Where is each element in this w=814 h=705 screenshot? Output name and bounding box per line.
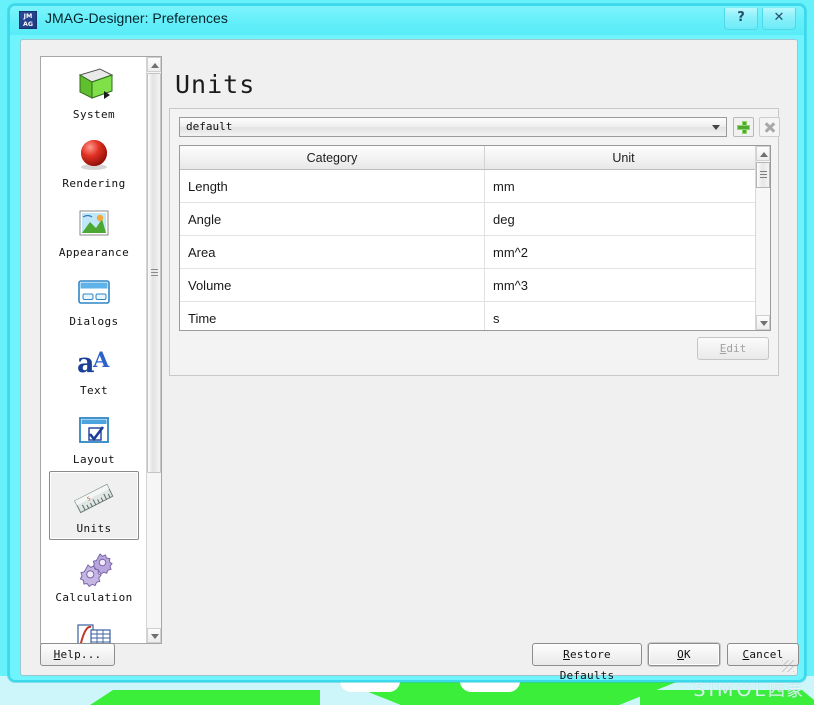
edit-button[interactable]: Edit bbox=[697, 337, 769, 360]
dialog-body: System Rendering Appearance Dialogs a A … bbox=[20, 39, 799, 682]
table-scrollbar[interactable] bbox=[755, 146, 770, 330]
sphere-icon bbox=[72, 134, 116, 174]
cell-category: Volume bbox=[180, 268, 485, 302]
titlebar-help-button[interactable]: ? bbox=[724, 8, 758, 30]
sidebar-item-units[interactable]: 5 Units bbox=[49, 471, 139, 540]
preferences-category-list[interactable]: System Rendering Appearance Dialogs a A … bbox=[40, 56, 162, 644]
help-label: elp... bbox=[60, 648, 102, 661]
picture-icon bbox=[72, 203, 116, 243]
resize-grip[interactable] bbox=[782, 660, 794, 672]
cell-unit: mm^2 bbox=[484, 235, 763, 269]
restore-accel: R bbox=[563, 648, 570, 661]
sidebar-item-dialogs[interactable]: Dialogs bbox=[49, 264, 139, 333]
app-icon: JM AG bbox=[19, 11, 37, 29]
column-header-unit[interactable]: Unit bbox=[484, 146, 763, 170]
sidebar-item-label: Appearance bbox=[58, 246, 130, 259]
ruler-icon: 5 bbox=[72, 479, 116, 519]
cell-unit: deg bbox=[484, 202, 763, 236]
cell-category: Length bbox=[180, 169, 485, 203]
sidebar-item-label: Rendering bbox=[62, 177, 126, 190]
sidebar-item-calculation[interactable]: Calculation bbox=[49, 540, 139, 609]
cancel-label: ancel bbox=[749, 648, 784, 661]
sidebar-scrollbar[interactable] bbox=[146, 57, 161, 643]
chevron-down-icon[interactable] bbox=[708, 120, 724, 134]
table-row[interactable]: Time s bbox=[180, 301, 763, 330]
ok-label: K bbox=[684, 648, 691, 661]
restore-defaults-button[interactable]: Restore Defaults bbox=[532, 643, 642, 682]
book-icon bbox=[72, 65, 116, 105]
sidebar-item-label: Units bbox=[76, 522, 112, 535]
sidebar-scroll-thumb[interactable] bbox=[147, 73, 161, 473]
preferences-window: JM AG JMAG-Designer: Preferences ? ✕ Sys… bbox=[8, 4, 806, 682]
table-row[interactable]: Area mm^2 bbox=[180, 235, 763, 269]
unit-profile-select[interactable]: default bbox=[179, 117, 727, 137]
sidebar-item-label: Text bbox=[79, 384, 109, 397]
cell-category: Area bbox=[180, 235, 485, 269]
add-unit-profile-button[interactable] bbox=[733, 117, 754, 137]
sidebar-item-appearance[interactable]: Appearance bbox=[49, 195, 139, 264]
units-preferences-pane: Units default Category Unit Length mm An… bbox=[169, 56, 780, 411]
edit-button-label: dit bbox=[726, 342, 747, 355]
ok-button[interactable]: OK bbox=[648, 643, 720, 666]
cell-category: Time bbox=[180, 301, 485, 330]
sidebar-item-text[interactable]: a A Text bbox=[49, 333, 139, 402]
unit-profile-value: default bbox=[186, 120, 233, 133]
gears-icon bbox=[72, 548, 116, 588]
sidebar-item-label: Layout bbox=[72, 453, 116, 466]
sidebar-scroll-up-button[interactable] bbox=[147, 57, 161, 72]
sidebar-item-label: System bbox=[72, 108, 116, 121]
cell-unit: mm^3 bbox=[484, 268, 763, 302]
svg-text:a: a bbox=[77, 348, 95, 379]
table-header-row: Category Unit bbox=[180, 146, 763, 170]
cell-category: Angle bbox=[180, 202, 485, 236]
column-header-category[interactable]: Category bbox=[180, 146, 485, 170]
help-button[interactable]: Help... bbox=[40, 643, 115, 666]
cell-unit: mm bbox=[484, 169, 763, 203]
table-scroll-down-button[interactable] bbox=[756, 315, 770, 330]
profile-row: default bbox=[179, 117, 780, 137]
units-panel: default Category Unit Length mm Angle de… bbox=[169, 108, 780, 376]
sidebar-item-label: Dialogs bbox=[69, 315, 119, 328]
close-icon bbox=[764, 122, 775, 133]
page-title: Units bbox=[175, 70, 256, 99]
titlebar-close-button[interactable]: ✕ bbox=[762, 8, 796, 30]
white-curve-right bbox=[460, 681, 520, 692]
units-table: Category Unit Length mm Angle deg Area m… bbox=[180, 146, 763, 330]
svg-text:A: A bbox=[92, 347, 110, 372]
sidebar-item-label: Calculation bbox=[55, 591, 133, 604]
units-table-container[interactable]: Category Unit Length mm Angle deg Area m… bbox=[179, 145, 771, 331]
watermark-latin: SIMOL bbox=[693, 679, 768, 701]
green-shape-left bbox=[90, 690, 320, 705]
table-scroll-thumb[interactable] bbox=[756, 162, 770, 188]
window-icon bbox=[72, 272, 116, 312]
white-curve-left bbox=[340, 681, 400, 692]
ok-accel: O bbox=[677, 648, 684, 661]
table-row[interactable]: Volume mm^3 bbox=[180, 268, 763, 302]
chart-table-icon bbox=[72, 617, 116, 643]
cell-unit: s bbox=[484, 301, 763, 330]
watermark-cn: 四象 bbox=[768, 681, 804, 701]
font-icon: a A bbox=[72, 341, 116, 381]
sidebar-item-rendering[interactable]: Rendering bbox=[49, 126, 139, 195]
window-title: JMAG-Designer: Preferences bbox=[45, 10, 228, 26]
sidebar-scroll-down-button[interactable] bbox=[147, 628, 161, 643]
table-row[interactable]: Angle deg bbox=[180, 202, 763, 236]
delete-unit-profile-button[interactable] bbox=[759, 117, 780, 137]
sidebar-item-system[interactable]: System bbox=[49, 57, 139, 126]
sidebar-item-layout[interactable]: Layout bbox=[49, 402, 139, 471]
sidebar-items: System Rendering Appearance Dialogs a A … bbox=[41, 57, 147, 643]
table-row[interactable]: Length mm bbox=[180, 169, 763, 203]
title-bar[interactable]: JM AG JMAG-Designer: Preferences ? ✕ bbox=[10, 6, 804, 35]
sidebar-item-display-table[interactable]: Display Table bbox=[49, 609, 139, 643]
checkbox-window-icon bbox=[72, 410, 116, 450]
table-scroll-up-button[interactable] bbox=[756, 146, 770, 161]
